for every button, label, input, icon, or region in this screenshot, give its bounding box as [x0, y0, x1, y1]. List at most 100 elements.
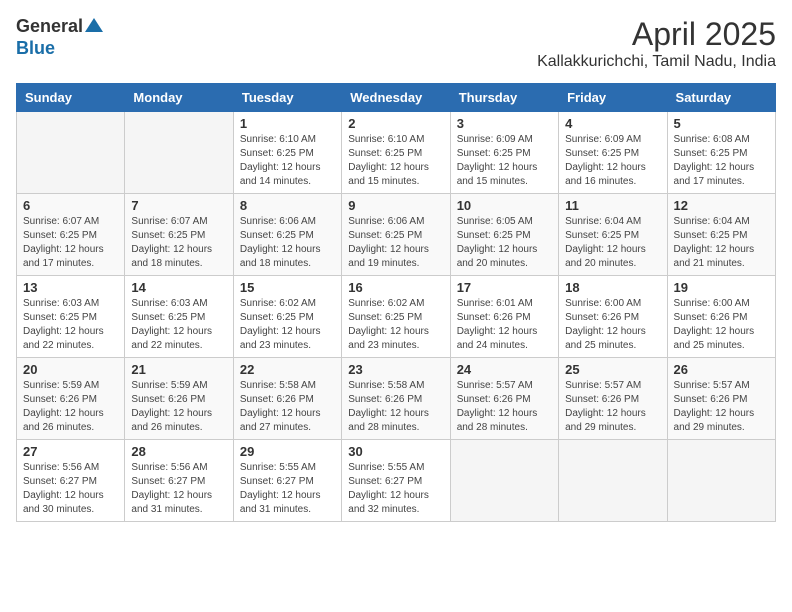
- day-info: Sunrise: 5:59 AM Sunset: 6:26 PM Dayligh…: [23, 379, 118, 435]
- day-number: 13: [23, 280, 118, 295]
- calendar-cell: 2 Sunrise: 6:10 AM Sunset: 6:25 PM Daylig…: [342, 112, 450, 194]
- calendar-cell: 25 Sunrise: 5:57 AM Sunset: 6:26 PM Dayli…: [559, 358, 667, 440]
- weekday-header: Sunday: [17, 84, 125, 112]
- day-number: 20: [23, 362, 118, 377]
- calendar-cell: 9 Sunrise: 6:06 AM Sunset: 6:25 PM Daylig…: [342, 194, 450, 276]
- calendar-header-row: SundayMondayTuesdayWednesdayThursdayFrid…: [17, 84, 776, 112]
- day-info: Sunrise: 6:02 AM Sunset: 6:25 PM Dayligh…: [240, 297, 335, 353]
- calendar-cell: 6 Sunrise: 6:07 AM Sunset: 6:25 PM Daylig…: [17, 194, 125, 276]
- day-number: 3: [457, 116, 552, 131]
- calendar-cell: 7 Sunrise: 6:07 AM Sunset: 6:25 PM Daylig…: [125, 194, 233, 276]
- calendar-cell: 12Sunrise: 6:04 AM Sunset: 6:25 PM Dayli…: [667, 194, 775, 276]
- calendar-cell: 30 Sunrise: 5:55 AM Sunset: 6:27 PM Dayli…: [342, 440, 450, 522]
- calendar-cell: [559, 440, 667, 522]
- calendar-cell: 29 Sunrise: 5:55 AM Sunset: 6:27 PM Dayli…: [233, 440, 341, 522]
- day-number: 18: [565, 280, 660, 295]
- day-number: 26: [674, 362, 769, 377]
- day-number: 21: [131, 362, 226, 377]
- calendar-cell: 1 Sunrise: 6:10 AM Sunset: 6:25 PM Daylig…: [233, 112, 341, 194]
- day-info: Sunrise: 5:57 AM Sunset: 6:26 PM Dayligh…: [674, 379, 769, 435]
- calendar-cell: 20 Sunrise: 5:59 AM Sunset: 6:26 PM Dayli…: [17, 358, 125, 440]
- day-number: 15: [240, 280, 335, 295]
- calendar-week-row: 1 Sunrise: 6:10 AM Sunset: 6:25 PM Daylig…: [17, 112, 776, 194]
- calendar-cell: 16Sunrise: 6:02 AM Sunset: 6:25 PM Dayli…: [342, 276, 450, 358]
- day-info: Sunrise: 6:03 AM Sunset: 6:25 PM Dayligh…: [23, 297, 118, 353]
- calendar-cell: 24Sunrise: 5:57 AM Sunset: 6:26 PM Dayli…: [450, 358, 558, 440]
- day-info: Sunrise: 6:05 AM Sunset: 6:25 PM Dayligh…: [457, 215, 552, 271]
- day-info: Sunrise: 5:55 AM Sunset: 6:27 PM Dayligh…: [348, 461, 443, 517]
- day-info: Sunrise: 5:58 AM Sunset: 6:26 PM Dayligh…: [348, 379, 443, 435]
- day-number: 6: [23, 198, 118, 213]
- calendar-cell: 13 Sunrise: 6:03 AM Sunset: 6:25 PM Dayli…: [17, 276, 125, 358]
- day-number: 8: [240, 198, 335, 213]
- logo-text: General Blue: [16, 16, 103, 59]
- day-number: 11: [565, 198, 660, 213]
- day-number: 25: [565, 362, 660, 377]
- day-info: Sunrise: 6:08 AM Sunset: 6:25 PM Dayligh…: [674, 133, 769, 189]
- calendar-cell: 15 Sunrise: 6:02 AM Sunset: 6:25 PM Dayli…: [233, 276, 341, 358]
- day-info: Sunrise: 5:56 AM Sunset: 6:27 PM Dayligh…: [131, 461, 226, 517]
- day-number: 23: [348, 362, 443, 377]
- day-info: Sunrise: 6:01 AM Sunset: 6:26 PM Dayligh…: [457, 297, 552, 353]
- day-number: 22: [240, 362, 335, 377]
- day-info: Sunrise: 6:03 AM Sunset: 6:25 PM Dayligh…: [131, 297, 226, 353]
- logo-general: General: [16, 16, 103, 39]
- day-number: 30: [348, 444, 443, 459]
- calendar-cell: 8Sunrise: 6:06 AM Sunset: 6:25 PM Daylig…: [233, 194, 341, 276]
- day-number: 28: [131, 444, 226, 459]
- day-info: Sunrise: 5:56 AM Sunset: 6:27 PM Dayligh…: [23, 461, 118, 517]
- day-info: Sunrise: 6:10 AM Sunset: 6:25 PM Dayligh…: [240, 133, 335, 189]
- day-number: 14: [131, 280, 226, 295]
- calendar-week-row: 6 Sunrise: 6:07 AM Sunset: 6:25 PM Daylig…: [17, 194, 776, 276]
- day-info: Sunrise: 6:00 AM Sunset: 6:26 PM Dayligh…: [674, 297, 769, 353]
- calendar-cell: 28 Sunrise: 5:56 AM Sunset: 6:27 PM Dayli…: [125, 440, 233, 522]
- calendar-cell: 27 Sunrise: 5:56 AM Sunset: 6:27 PM Dayli…: [17, 440, 125, 522]
- calendar-week-row: 13 Sunrise: 6:03 AM Sunset: 6:25 PM Dayli…: [17, 276, 776, 358]
- day-info: Sunrise: 5:57 AM Sunset: 6:26 PM Dayligh…: [457, 379, 552, 435]
- logo: General Blue: [16, 16, 103, 59]
- calendar-table: SundayMondayTuesdayWednesdayThursdayFrid…: [16, 83, 776, 522]
- day-number: 2: [348, 116, 443, 131]
- day-number: 10: [457, 198, 552, 213]
- calendar-cell: 22 Sunrise: 5:58 AM Sunset: 6:26 PM Dayli…: [233, 358, 341, 440]
- calendar-cell: 21 Sunrise: 5:59 AM Sunset: 6:26 PM Dayli…: [125, 358, 233, 440]
- day-info: Sunrise: 5:58 AM Sunset: 6:26 PM Dayligh…: [240, 379, 335, 435]
- day-number: 29: [240, 444, 335, 459]
- weekday-header: Monday: [125, 84, 233, 112]
- page-header: General Blue April 2025 Kallakkurichchi,…: [16, 16, 776, 71]
- weekday-header: Tuesday: [233, 84, 341, 112]
- day-number: 7: [131, 198, 226, 213]
- weekday-header: Saturday: [667, 84, 775, 112]
- weekday-header: Wednesday: [342, 84, 450, 112]
- calendar-cell: 19Sunrise: 6:00 AM Sunset: 6:26 PM Dayli…: [667, 276, 775, 358]
- calendar-week-row: 27 Sunrise: 5:56 AM Sunset: 6:27 PM Dayli…: [17, 440, 776, 522]
- logo-icon: [85, 16, 103, 34]
- day-info: Sunrise: 6:07 AM Sunset: 6:25 PM Dayligh…: [23, 215, 118, 271]
- day-info: Sunrise: 6:09 AM Sunset: 6:25 PM Dayligh…: [457, 133, 552, 189]
- weekday-header: Thursday: [450, 84, 558, 112]
- month-year: April 2025: [537, 16, 776, 53]
- calendar-cell: 23 Sunrise: 5:58 AM Sunset: 6:26 PM Dayli…: [342, 358, 450, 440]
- calendar-cell: [17, 112, 125, 194]
- calendar-cell: 26 Sunrise: 5:57 AM Sunset: 6:26 PM Dayli…: [667, 358, 775, 440]
- day-number: 5: [674, 116, 769, 131]
- day-info: Sunrise: 6:10 AM Sunset: 6:25 PM Dayligh…: [348, 133, 443, 189]
- day-info: Sunrise: 6:00 AM Sunset: 6:26 PM Dayligh…: [565, 297, 660, 353]
- day-number: 12: [674, 198, 769, 213]
- day-number: 9: [348, 198, 443, 213]
- weekday-header: Friday: [559, 84, 667, 112]
- calendar-cell: 4Sunrise: 6:09 AM Sunset: 6:25 PM Daylig…: [559, 112, 667, 194]
- calendar-cell: [667, 440, 775, 522]
- day-number: 27: [23, 444, 118, 459]
- calendar-cell: 10 Sunrise: 6:05 AM Sunset: 6:25 PM Dayli…: [450, 194, 558, 276]
- day-info: Sunrise: 5:55 AM Sunset: 6:27 PM Dayligh…: [240, 461, 335, 517]
- day-info: Sunrise: 5:57 AM Sunset: 6:26 PM Dayligh…: [565, 379, 660, 435]
- day-number: 17: [457, 280, 552, 295]
- day-info: Sunrise: 6:06 AM Sunset: 6:25 PM Dayligh…: [348, 215, 443, 271]
- day-info: Sunrise: 6:02 AM Sunset: 6:25 PM Dayligh…: [348, 297, 443, 353]
- title-block: April 2025 Kallakkurichchi, Tamil Nadu, …: [537, 16, 776, 71]
- calendar-cell: [125, 112, 233, 194]
- day-info: Sunrise: 6:07 AM Sunset: 6:25 PM Dayligh…: [131, 215, 226, 271]
- day-number: 1: [240, 116, 335, 131]
- day-info: Sunrise: 5:59 AM Sunset: 6:26 PM Dayligh…: [131, 379, 226, 435]
